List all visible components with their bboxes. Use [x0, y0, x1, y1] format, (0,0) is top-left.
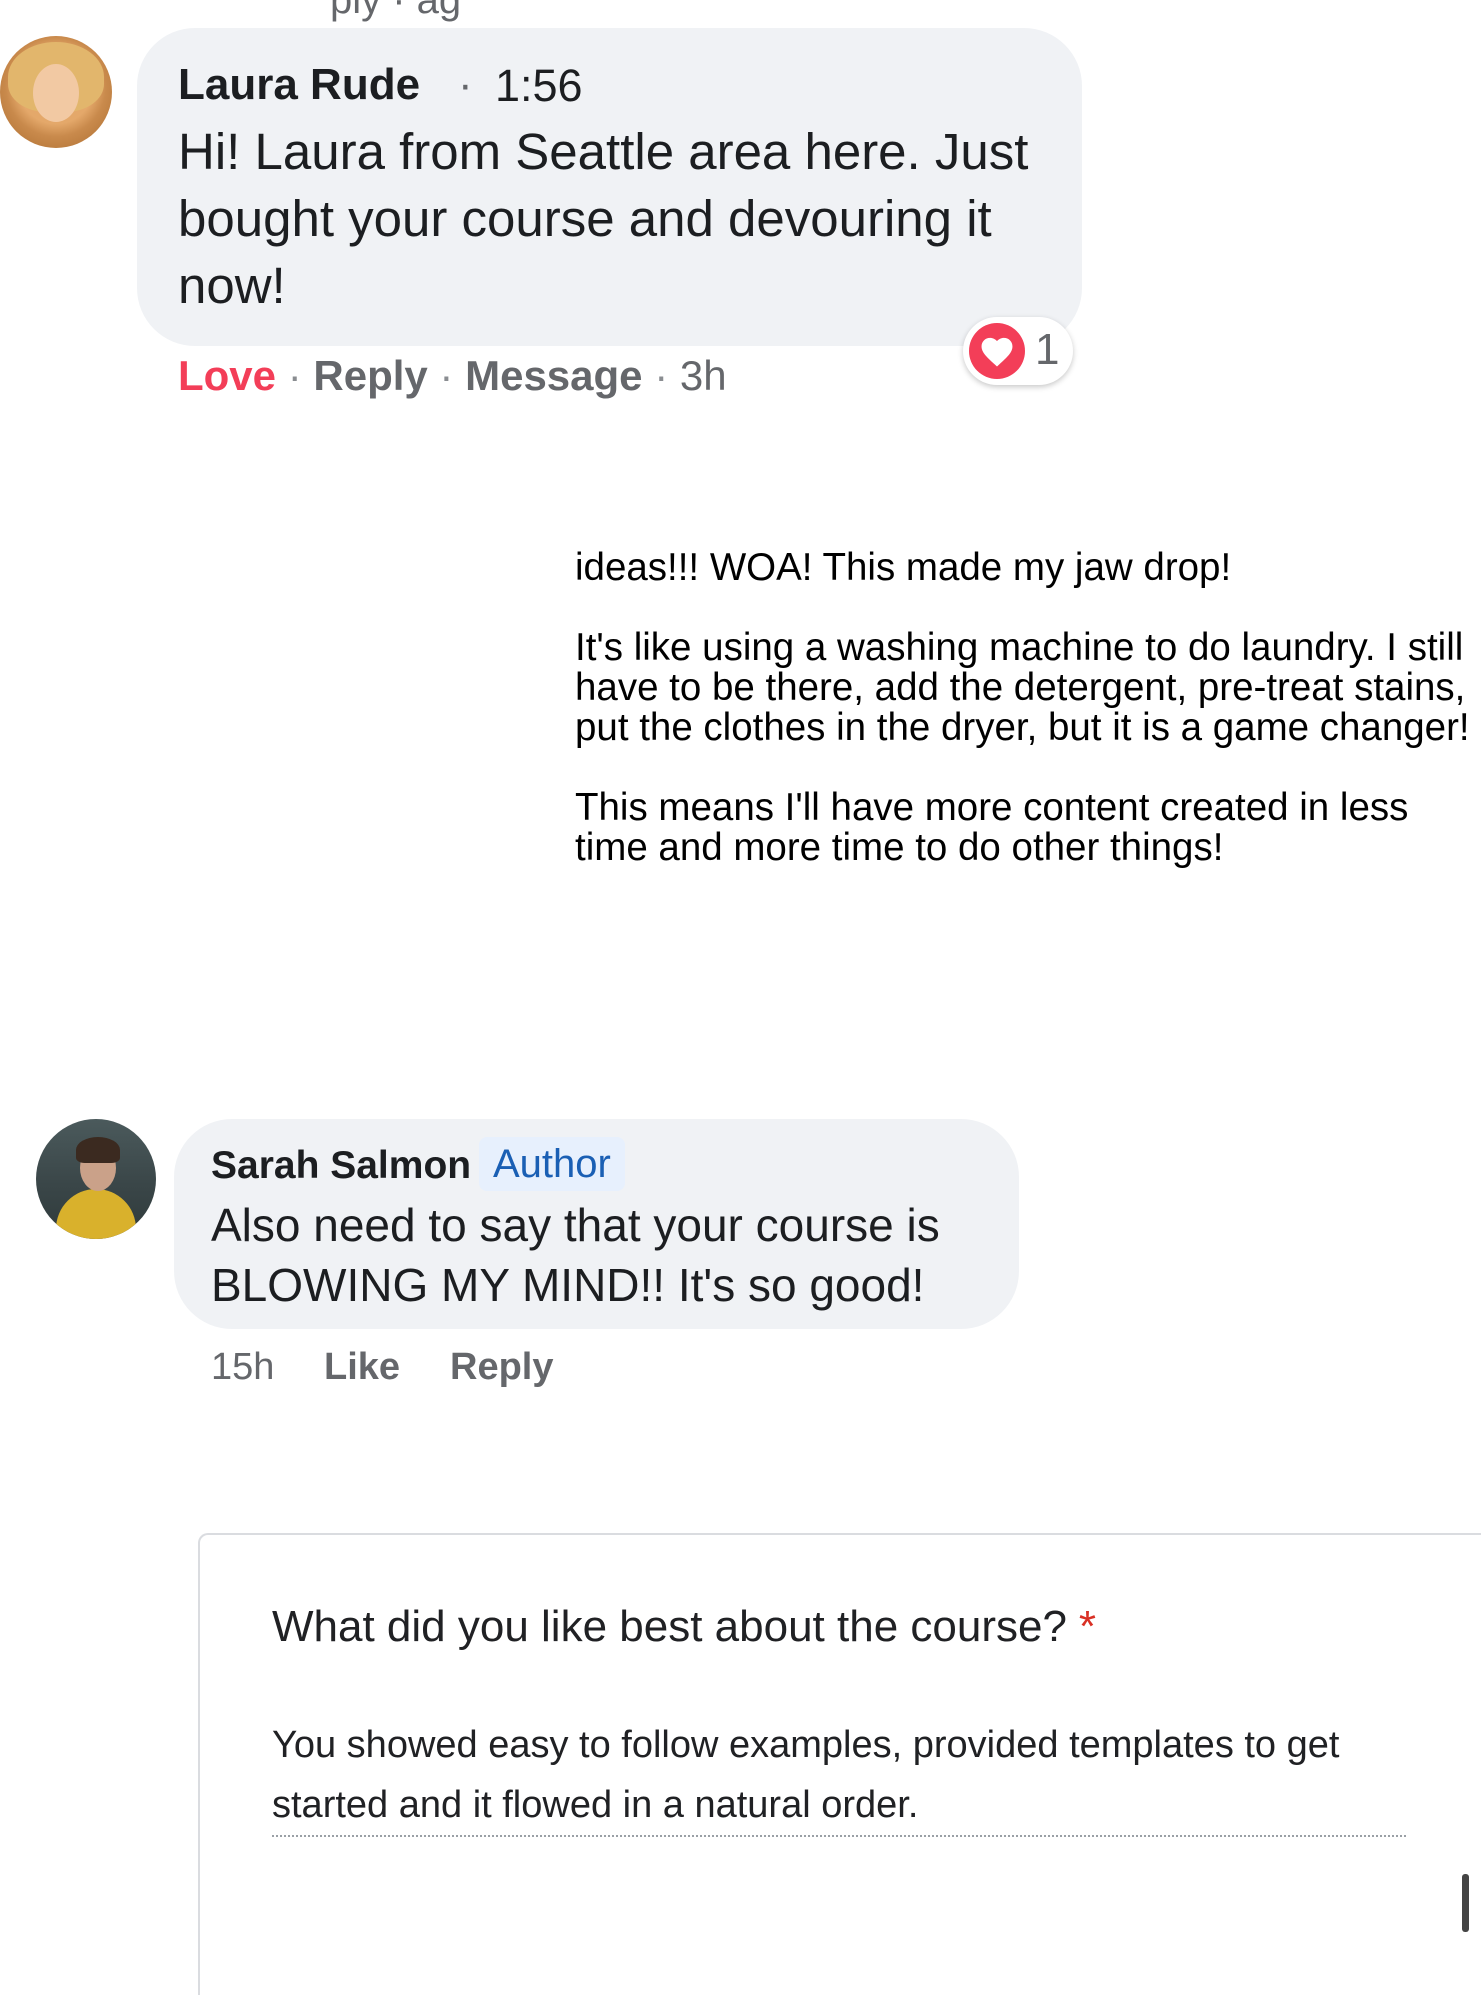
- pasted-paragraph: This means I'll have more content create…: [575, 786, 1409, 869]
- separator-dot: ·: [654, 352, 669, 399]
- heart-icon: [969, 323, 1025, 379]
- reply-button[interactable]: Reply: [313, 352, 427, 399]
- clipped-previous-actions: ply · ag: [330, 0, 462, 22]
- reaction-count: 1: [1035, 325, 1060, 374]
- comment-author[interactable]: Laura Rude: [178, 60, 420, 110]
- pasted-paragraph: ideas!!! WOA! This made my jaw drop!: [575, 546, 1232, 589]
- love-button[interactable]: Love: [178, 352, 276, 399]
- comment-actions: Love · Reply · Message · 3h: [178, 352, 727, 400]
- comment-timestamp: 1:56: [495, 60, 583, 111]
- question-label: What did you like best about the course?…: [272, 1602, 1096, 1652]
- avatar-jacket: [56, 1189, 136, 1239]
- answer-underline: [272, 1835, 1406, 1837]
- comment-age: 15h: [211, 1346, 275, 1388]
- comment-text: Also need to say that your course is BLO…: [211, 1199, 940, 1311]
- scrollbar[interactable]: [1462, 1874, 1469, 1932]
- avatar[interactable]: [36, 1119, 156, 1239]
- comment-text: Hi! Laura from Seattle area here. Just b…: [178, 123, 1029, 314]
- reply-button[interactable]: Reply: [450, 1346, 553, 1389]
- avatar-hair: [76, 1137, 120, 1163]
- pasted-text: ideas!!! WOA! This made my jaw drop! It'…: [575, 548, 1475, 908]
- pasted-paragraph: It's like using a washing machine to do …: [575, 626, 1470, 749]
- author-badge: Author: [479, 1137, 625, 1191]
- answer-text[interactable]: You showed easy to follow examples, prov…: [272, 1715, 1412, 1835]
- required-asterisk: *: [1078, 1602, 1097, 1651]
- like-button[interactable]: Like: [324, 1346, 400, 1389]
- avatar-face: [33, 64, 79, 122]
- reaction-summary[interactable]: 1: [963, 317, 1073, 385]
- comment-age: 3h: [679, 352, 727, 399]
- separator-dot: ·: [287, 352, 302, 399]
- separator-dot: ·: [458, 60, 473, 109]
- avatar[interactable]: [0, 36, 112, 148]
- message-button[interactable]: Message: [465, 352, 642, 399]
- comment-author[interactable]: Sarah Salmon: [211, 1144, 471, 1188]
- question-text: What did you like best about the course?: [272, 1602, 1067, 1651]
- separator-dot: ·: [439, 352, 454, 399]
